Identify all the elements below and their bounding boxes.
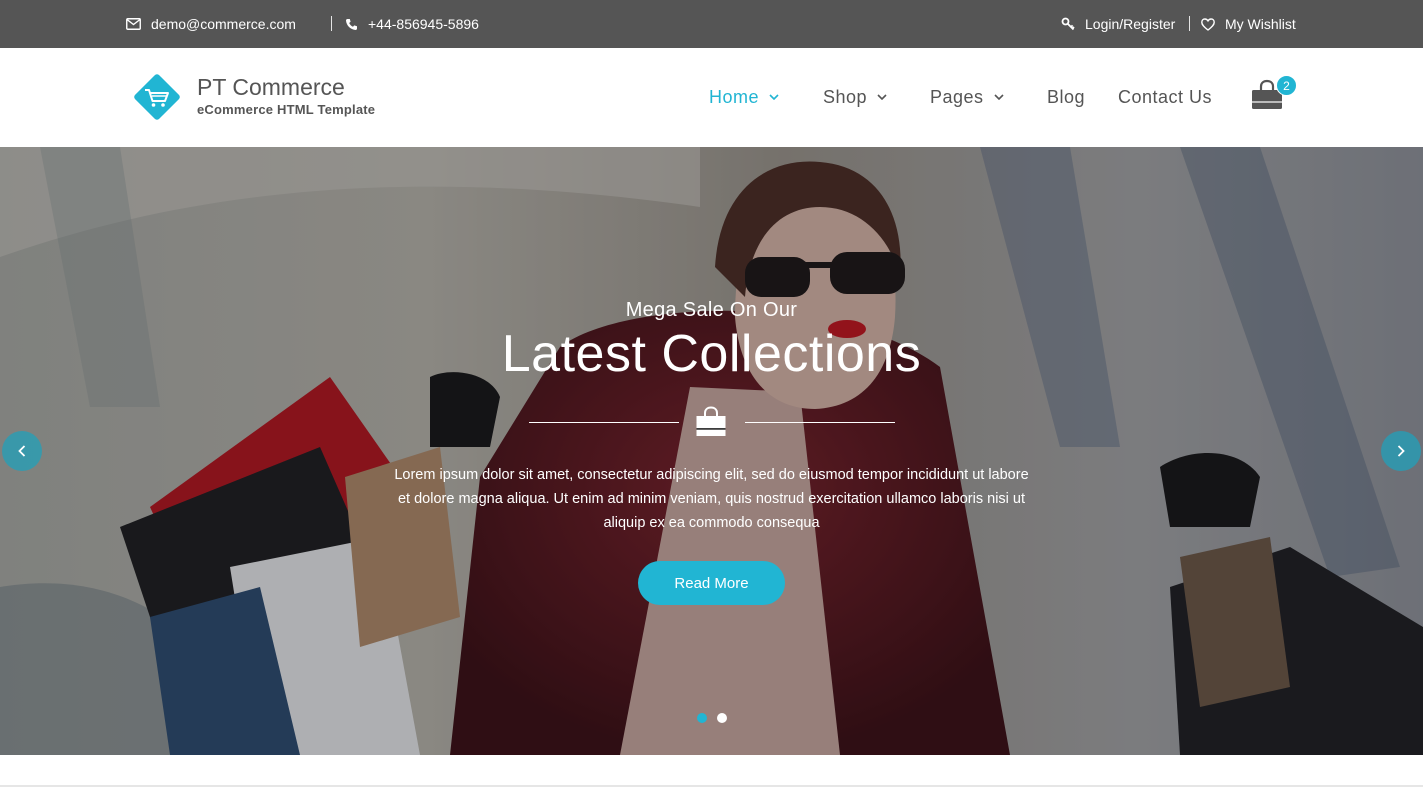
nav-pages-label: Pages — [930, 86, 984, 107]
nav-blog[interactable]: Blog — [1047, 84, 1085, 110]
topbar-email[interactable]: demo@commerce.com — [126, 0, 296, 48]
hero-title: Latest Collections — [501, 325, 922, 383]
nav-shop-label: Shop — [823, 86, 868, 107]
nav-contact-us[interactable]: Contact Us — [1118, 84, 1212, 110]
hero-description-line: Lorem ipsum dolor sit amet, consectetur … — [394, 467, 1029, 483]
wishlist-label: My Wishlist — [1225, 16, 1296, 32]
hero-description-line: aliquip ex ea commodo consequa — [603, 515, 820, 531]
chevron-left-icon — [18, 445, 26, 457]
hero-description-line: et dolore magna aliqua. Ut enim ad minim… — [397, 491, 1026, 507]
topbar-separator — [1189, 16, 1190, 31]
hero-slider: Mega Sale On Our Latest Collections Lore… — [0, 147, 1423, 755]
login-register-label: Login/Register — [1085, 16, 1176, 32]
site-header: PT Commerce eCommerce HTML Template Home… — [0, 48, 1423, 147]
topbar-email-text: demo@commerce.com — [151, 16, 296, 32]
key-icon — [1061, 17, 1075, 31]
slider-dot-active[interactable] — [697, 713, 707, 723]
slider-prev-button[interactable] — [2, 431, 42, 471]
hero-divider-right — [745, 422, 895, 423]
topbar-phone-text: +44-856945-5896 — [368, 16, 479, 32]
topbar-phone[interactable]: +44-856945-5896 — [345, 0, 479, 48]
nav-shop[interactable]: Shop — [823, 84, 887, 110]
brand-title[interactable]: PT Commerce — [197, 74, 345, 101]
hero-description: Lorem ipsum dolor sit amet, consectetur … — [356, 463, 1067, 535]
shopping-bag-icon — [696, 406, 726, 436]
wishlist-link[interactable]: My Wishlist — [1201, 0, 1296, 48]
heart-icon — [1201, 17, 1215, 31]
brand-subtitle: eCommerce HTML Template — [197, 102, 376, 117]
top-bar: demo@commerce.com +44-856945-5896 Login/… — [0, 0, 1423, 48]
logo-cart-icon[interactable] — [128, 68, 186, 126]
envelope-icon — [126, 18, 141, 30]
hero-overlay — [0, 147, 1423, 755]
chevron-down-icon — [877, 94, 887, 100]
read-more-button[interactable]: Read More — [638, 561, 785, 605]
hero-divider-left — [529, 422, 679, 423]
nav-blog-label: Blog — [1047, 86, 1086, 107]
nav-home-label: Home — [709, 86, 760, 107]
chevron-down-icon — [769, 94, 779, 100]
hero-subtitle: Mega Sale On Our — [625, 299, 798, 321]
login-register-link[interactable]: Login/Register — [1061, 0, 1175, 48]
cart-count-badge[interactable]: 2 — [1276, 75, 1297, 96]
chevron-right-icon — [1397, 445, 1405, 457]
nav-contact-label: Contact Us — [1118, 86, 1213, 107]
phone-icon — [346, 18, 357, 30]
chevron-down-icon — [993, 94, 1004, 100]
nav-pages[interactable]: Pages — [930, 84, 1004, 110]
nav-home[interactable]: Home — [709, 84, 779, 110]
slider-next-button[interactable] — [1381, 431, 1421, 471]
slider-dot[interactable] — [717, 713, 727, 723]
topbar-separator — [331, 16, 332, 31]
